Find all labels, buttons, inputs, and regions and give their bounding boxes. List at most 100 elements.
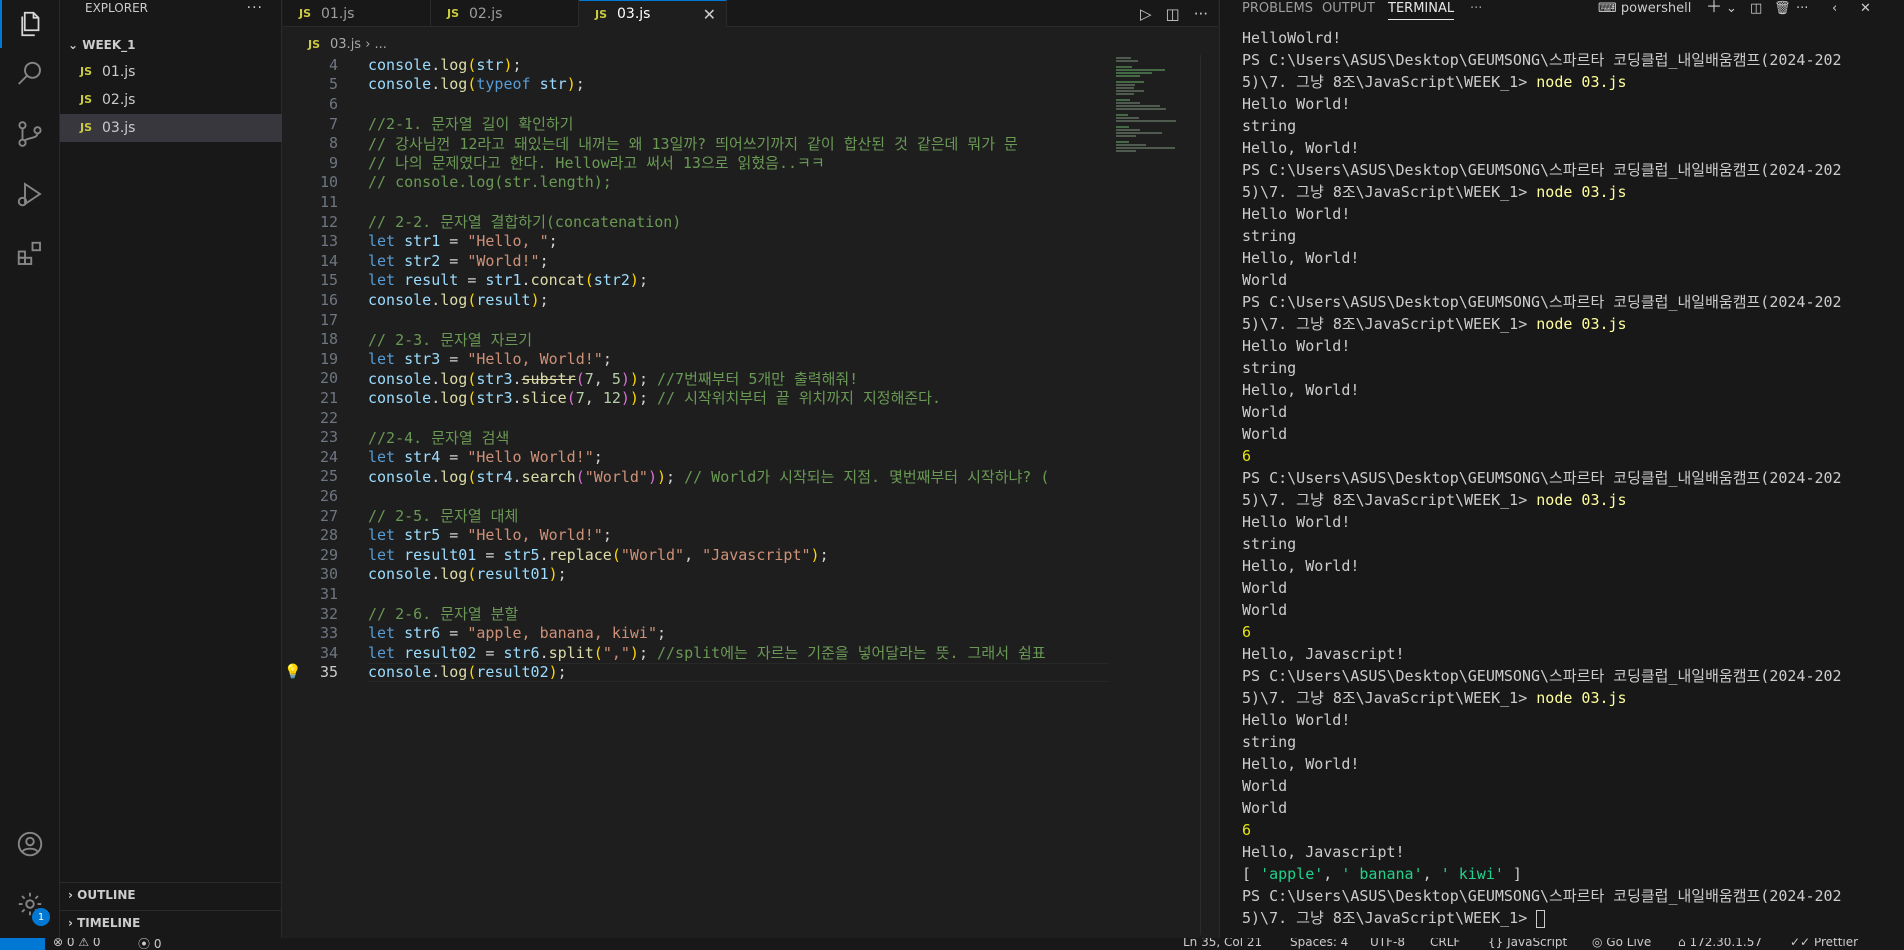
- tab-problems[interactable]: PROBLEMS: [1242, 0, 1313, 20]
- code-line[interactable]: 16 console.log(result);: [283, 290, 1109, 310]
- terminal-shell[interactable]: ⌨ powershell: [1598, 0, 1691, 20]
- more-actions-icon[interactable]: ···: [1796, 0, 1808, 20]
- terminal-line: string: [1242, 533, 1902, 555]
- eol[interactable]: CRLF: [1430, 938, 1460, 949]
- close-panel-icon[interactable]: ✕: [1860, 0, 1871, 20]
- code-line[interactable]: 32 // 2-6. 문자열 분할: [283, 604, 1109, 624]
- more-actions-icon[interactable]: ···: [247, 0, 263, 16]
- split-terminal-icon[interactable]: ◫: [1750, 0, 1762, 20]
- breadcrumb-file[interactable]: 03.js: [330, 37, 361, 52]
- code-line[interactable]: 27 // 2-5. 문자열 대체: [283, 506, 1109, 526]
- code-line[interactable]: 33 let str6 = "apple, banana, kiwi";: [283, 623, 1109, 643]
- code-line[interactable]: 4 console.log(str);: [283, 55, 1109, 75]
- code-line[interactable]: 28 let str5 = "Hello, World!";: [283, 525, 1109, 545]
- code-line[interactable]: 5 console.log(typeof str);: [283, 75, 1109, 95]
- code-line[interactable]: 24 let str4 = "Hello World!";: [283, 447, 1109, 467]
- chevron-down-icon[interactable]: ⌄: [1726, 0, 1737, 20]
- code-line[interactable]: 6: [283, 94, 1109, 114]
- code-line[interactable]: 26: [283, 486, 1109, 506]
- ip-address[interactable]: ⌂ 172.30.1.57: [1678, 938, 1762, 949]
- ports-status[interactable]: ⦿ 0: [138, 938, 161, 950]
- code-line[interactable]: 31: [283, 584, 1109, 604]
- code-line[interactable]: 22: [283, 408, 1109, 428]
- go-live-button[interactable]: ◎ Go Live: [1592, 938, 1651, 949]
- code-line[interactable]: 29 let result01 = str5.replace("World", "…: [283, 545, 1109, 565]
- terminal-line: World: [1242, 775, 1902, 797]
- code-line[interactable]: 20 console.log(str3.substr(7, 5)); //7번째부…: [283, 369, 1109, 389]
- terminal-text: Hello World!: [1242, 337, 1351, 355]
- tab-terminal[interactable]: TERMINAL: [1388, 0, 1455, 20]
- run-debug-icon[interactable]: [0, 170, 60, 218]
- code-line[interactable]: 10 // console.log(str.length);: [283, 173, 1109, 193]
- code-line[interactable]: 14 let str2 = "World!";: [283, 251, 1109, 271]
- js-file-icon: JS: [447, 7, 460, 20]
- code-line[interactable]: 30 console.log(result01);: [283, 565, 1109, 585]
- terminal-cursor: [1536, 909, 1546, 928]
- breadcrumb-symbol[interactable]: ...: [375, 37, 387, 52]
- chevron-right-icon: ›: [68, 916, 78, 930]
- code-text: let result02 = str6.split(","); //split에…: [368, 644, 1046, 663]
- trash-icon[interactable]: 🗑: [1774, 0, 1791, 20]
- terminal-text: string: [1242, 733, 1297, 751]
- file-item-01[interactable]: JS 01.js: [60, 58, 282, 86]
- explorer-icon[interactable]: [0, 0, 60, 48]
- minimap[interactable]: [1110, 55, 1200, 935]
- outline-section[interactable]: › OUTLINE: [60, 882, 282, 906]
- code-editor[interactable]: 4 console.log(str); 5 console.log(typeof st…: [283, 55, 1109, 935]
- remote-icon[interactable]: [0, 938, 45, 950]
- folder-week1[interactable]: ⌄ WEEK_1: [60, 34, 282, 56]
- code-line[interactable]: 34 let result02 = str6.split(","); //spli…: [283, 643, 1109, 663]
- code-line[interactable]: 15 let result = str1.concat(str2);: [283, 271, 1109, 291]
- code-line[interactable]: 13 let str1 = "Hello, ";: [283, 231, 1109, 251]
- more-actions-icon[interactable]: ···: [1470, 0, 1482, 20]
- code-line[interactable]: 21 console.log(str3.slice(7, 12)); // 시작위…: [283, 388, 1109, 408]
- lightbulb-icon[interactable]: 💡: [283, 664, 303, 680]
- timeline-section[interactable]: › TIMELINE: [60, 910, 282, 934]
- code-line[interactable]: 12 // 2-2. 문자열 결합하기(concatenation): [283, 212, 1109, 232]
- code-line[interactable]: 18 // 2-3. 문자열 자르기: [283, 329, 1109, 349]
- code-line[interactable]: 25 console.log(str4.search("World")); // …: [283, 467, 1109, 487]
- code-line[interactable]: 9 // 나의 문제였다고 한다. Hellow라고 써서 13으로 읽혔음..ㅋ…: [283, 153, 1109, 173]
- tab-03[interactable]: JS 03.js ✕: [579, 0, 727, 27]
- source-control-icon[interactable]: [0, 110, 60, 158]
- new-terminal-icon[interactable]: ＋: [1706, 0, 1722, 18]
- line-number: 22: [319, 408, 338, 427]
- code-line[interactable]: 11: [283, 192, 1109, 212]
- terminal-text: Hello, World!: [1242, 249, 1360, 267]
- file-item-02[interactable]: JS 02.js: [60, 86, 282, 114]
- run-icon[interactable]: ▷: [1140, 5, 1152, 23]
- split-editor-icon[interactable]: ◫: [1166, 5, 1180, 23]
- line-number: 6: [328, 94, 338, 113]
- extensions-icon[interactable]: [0, 230, 60, 278]
- code-line[interactable]: 23 //2-4. 문자열 검색: [283, 427, 1109, 447]
- encoding[interactable]: UTF-8: [1370, 938, 1405, 949]
- search-icon[interactable]: [0, 50, 60, 98]
- minimap-line: [1116, 141, 1129, 143]
- account-icon[interactable]: [0, 820, 60, 868]
- tab-output[interactable]: OUTPUT: [1322, 0, 1375, 20]
- code-line[interactable]: 8 // 강사님껀 12라고 돼있는데 내꺼는 왜 13일까? 띄어쓰기까지 같이…: [283, 133, 1109, 153]
- manage-gear-icon[interactable]: 1: [0, 880, 60, 928]
- minimap-line: [1116, 87, 1134, 89]
- terminal-text: string: [1242, 359, 1297, 377]
- terminal-line: 5)\7. 그냥 8조\JavaScript\WEEK_1> node 03.j…: [1242, 71, 1902, 93]
- more-actions-icon[interactable]: ···: [1194, 5, 1208, 23]
- language-mode[interactable]: {} JavaScript: [1488, 938, 1567, 949]
- file-item-03[interactable]: JS 03.js: [60, 114, 282, 142]
- tab-02[interactable]: JS 02.js: [431, 0, 579, 27]
- cursor-position[interactable]: Ln 35, Col 21: [1183, 938, 1262, 949]
- prettier-status[interactable]: ✓✓ Prettier: [1790, 938, 1858, 949]
- indentation[interactable]: Spaces: 4: [1290, 938, 1348, 949]
- code-line[interactable]: 19 let str3 = "Hello, World!";: [283, 349, 1109, 369]
- minimap-line: [1116, 150, 1136, 152]
- tab-01[interactable]: JS 01.js: [283, 0, 431, 27]
- problems-status[interactable]: ⊗ 0 ⚠ 0: [53, 938, 101, 949]
- code-line[interactable]: 💡 35 console.log(result02);: [283, 662, 1109, 683]
- code-line[interactable]: 17: [283, 310, 1109, 330]
- terminal-line: 5)\7. 그냥 8조\JavaScript\WEEK_1> node 03.j…: [1242, 313, 1902, 335]
- terminal-text: 5)\7. 그냥 8조\JavaScript\WEEK_1>: [1242, 73, 1537, 91]
- editor-scrollbar[interactable]: [1200, 55, 1214, 935]
- maximize-icon[interactable]: ‹: [1832, 0, 1837, 20]
- code-line[interactable]: 7 //2-1. 문자열 길이 확인하기: [283, 114, 1109, 134]
- close-icon[interactable]: ✕: [703, 5, 716, 24]
